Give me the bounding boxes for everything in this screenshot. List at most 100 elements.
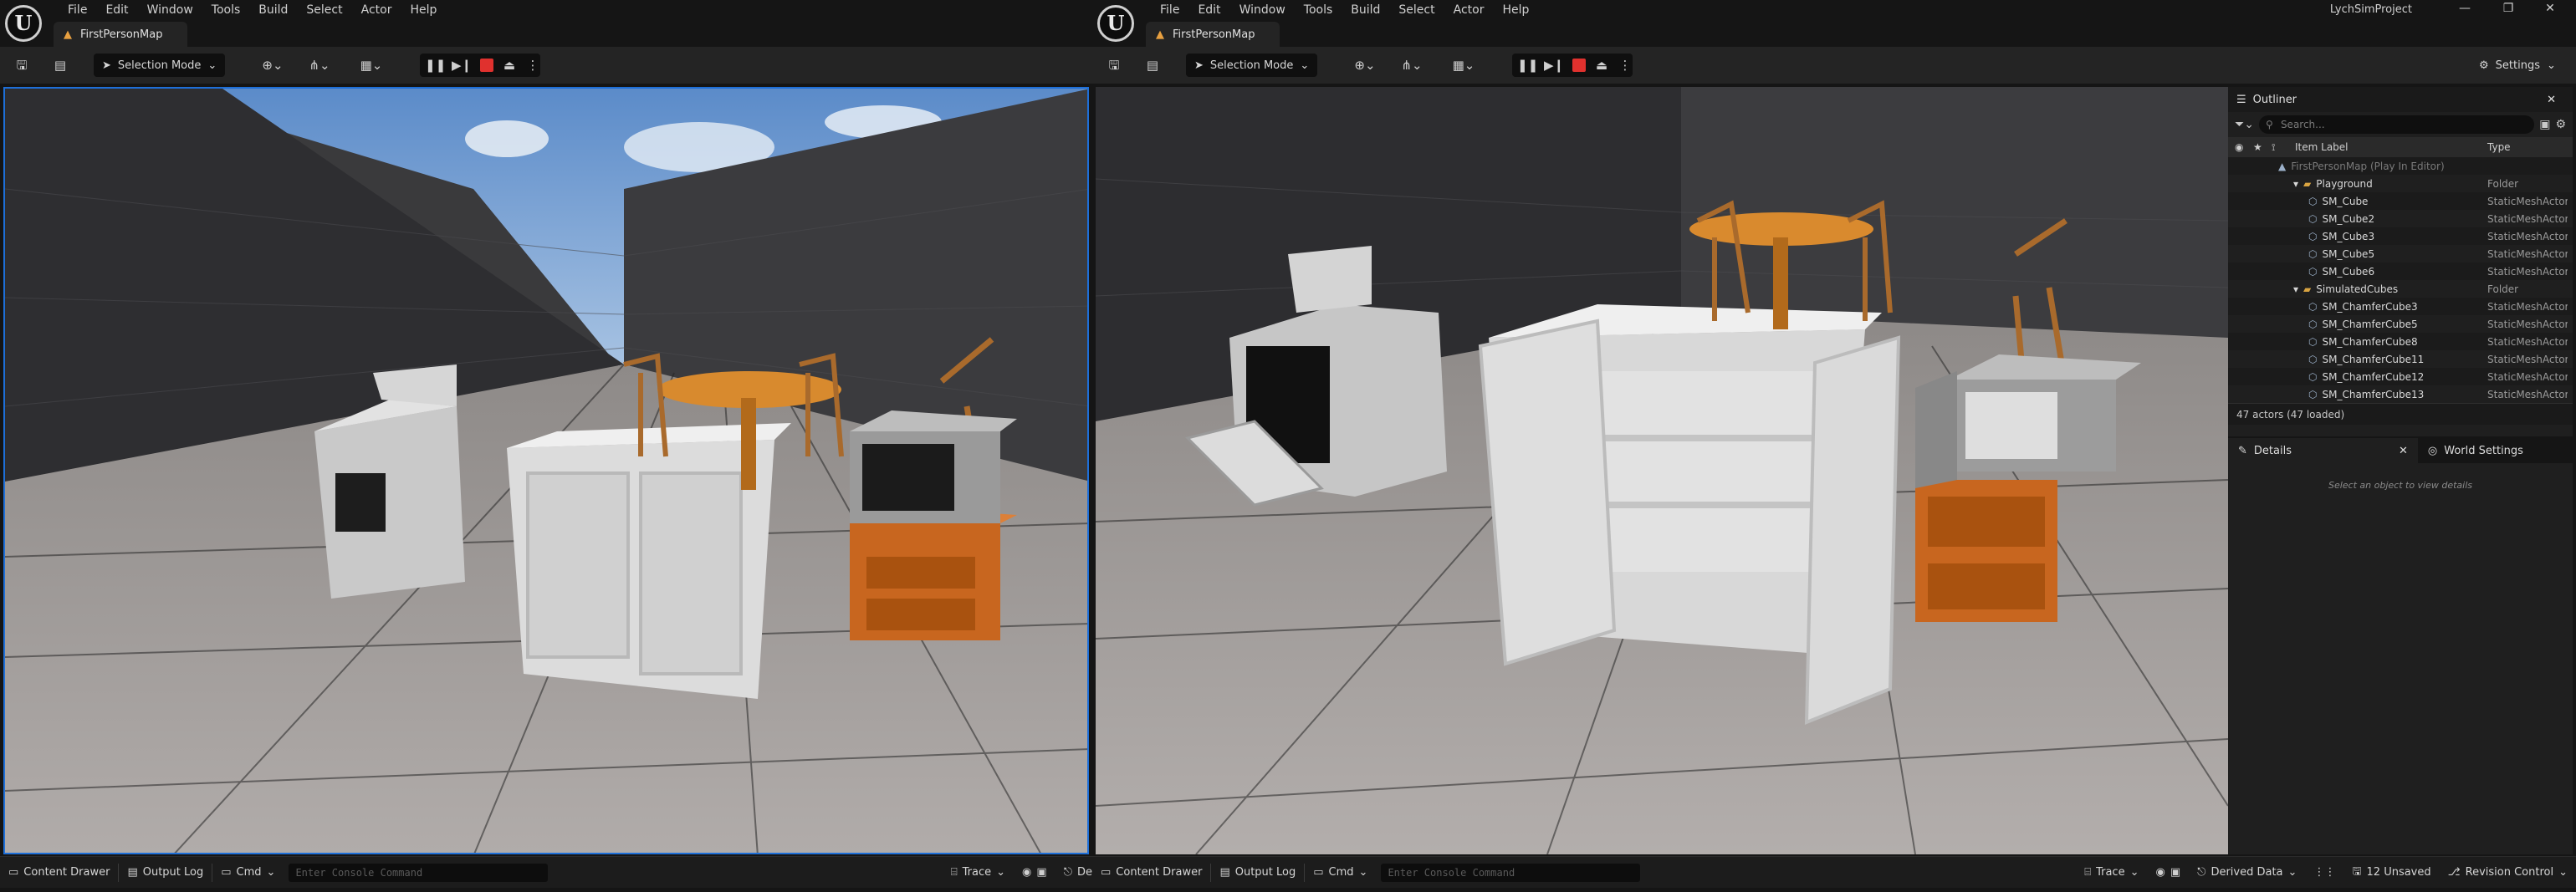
eject-icon[interactable]: ⏏ (1592, 55, 1611, 75)
add-folder-icon[interactable]: ▣ (2539, 118, 2550, 131)
lock-icon[interactable]: ⟟ (2272, 141, 2275, 154)
outliner-row[interactable]: ⬡ SM_ChamferCube12 StaticMeshActor (2228, 368, 2573, 385)
menu-window[interactable]: Window (138, 2, 202, 18)
cmd-dropdown[interactable]: ▭ Cmd ⌄ (1305, 857, 1376, 889)
viewport-left[interactable] (3, 87, 1089, 854)
unreal-logo-icon[interactable] (5, 5, 42, 42)
static-mesh-icon: ⬡ (2308, 300, 2318, 313)
add-actor-icon[interactable]: ⊕⌄ (254, 55, 291, 75)
gear-icon[interactable]: ⚙ (2555, 118, 2566, 131)
selection-mode-dropdown[interactable]: ➤ Selection Mode ⌄ (94, 54, 226, 77)
outliner-row[interactable]: ▲ FirstPersonMap (Play In Editor) (2228, 157, 2573, 175)
settings-button[interactable]: ⚙ Settings ⌄ (2471, 54, 2564, 77)
source-control-icons[interactable]: ◉ ▣ (2148, 857, 2190, 889)
outliner-row[interactable]: ⬡ SM_ChamferCube11 StaticMeshActor (2228, 350, 2573, 368)
tab-details[interactable]: ✎ Details ✕ (2228, 438, 2418, 463)
add-actor-icon[interactable]: ⊕⌄ (1347, 55, 1383, 75)
output-log-button[interactable]: ▤ Output Log (1211, 857, 1304, 889)
derived-data-truncated[interactable]: ⎋ De (1055, 857, 1092, 889)
cinematics-icon[interactable]: ▦⌄ (353, 55, 390, 75)
content-drawer-button[interactable]: ▭ Content Drawer (1092, 857, 1210, 889)
outliner-row[interactable]: ⬡ SM_ChamferCube3 StaticMeshActor (2228, 298, 2573, 315)
outliner-row[interactable]: ⬡ SM_Cube StaticMeshActor (2228, 192, 2573, 210)
source-control-icons[interactable]: ◉ ▣ (1014, 857, 1055, 889)
outliner-row[interactable]: ⬡ SM_Cube6 StaticMeshActor (2228, 263, 2573, 280)
menu-actor[interactable]: Actor (1444, 2, 1494, 18)
trace-dropdown[interactable]: ⌸ Trace ⌄ (943, 857, 1014, 889)
unsaved-button[interactable]: 🖫 12 Unsaved (2343, 857, 2439, 889)
outliner-row[interactable]: ⬡ SM_ChamferCube5 StaticMeshActor (2228, 315, 2573, 333)
unsaved-icon: 🖫 (2352, 864, 2362, 878)
column-item-label[interactable]: Item Label (2295, 141, 2349, 153)
content-browse-icon[interactable]: ▤ (1142, 55, 1163, 75)
outliner-row-label-wrap: ⬡ SM_ChamferCube13 (2308, 389, 2424, 400)
step-icon[interactable]: ▶❙ (452, 55, 472, 75)
pause-icon[interactable]: ❚❚ (1517, 55, 1538, 75)
output-log-button[interactable]: ▤ Output Log (119, 857, 212, 889)
blueprint-icon[interactable]: ⋔⌄ (301, 55, 338, 75)
menu-build[interactable]: Build (1342, 2, 1389, 18)
menu-window[interactable]: Window (1230, 2, 1295, 18)
menu-select[interactable]: Select (297, 2, 351, 18)
close-icon[interactable]: ✕ (2547, 94, 2556, 106)
trace-dropdown[interactable]: ⌸ Trace ⌄ (2076, 857, 2147, 889)
column-type[interactable]: Type (2487, 141, 2511, 153)
stop-button[interactable] (1572, 59, 1586, 72)
level-tab[interactable]: ▲ FirstPersonMap (1146, 22, 1280, 47)
tab-world-settings[interactable]: ◎ World Settings (2418, 438, 2533, 463)
content-drawer-button[interactable]: ▭ Content Drawer (0, 857, 118, 889)
filter-icon[interactable]: ⏷⌄ (2235, 118, 2254, 131)
visibility-icon[interactable]: ◉ (2235, 141, 2243, 153)
menu-file[interactable]: File (1151, 2, 1188, 18)
more-options-icon[interactable]: ⋮ (1616, 55, 1634, 75)
outliner-row[interactable]: ⬡ SM_Cube3 StaticMeshActor (2228, 227, 2573, 245)
level-tab[interactable]: ▲ FirstPersonMap (54, 22, 187, 47)
menu-tools[interactable]: Tools (1295, 2, 1342, 18)
close-icon[interactable]: ✕ (2399, 445, 2408, 457)
outliner-row[interactable]: ⬡ SM_Cube2 StaticMeshActor (2228, 210, 2573, 227)
save-icon[interactable]: 🖫 (12, 55, 32, 75)
pin-icon[interactable]: ★ (2253, 141, 2262, 153)
close-icon[interactable]: ✕ (2531, 2, 2569, 15)
expand-arrow-icon[interactable]: ▾ (2293, 283, 2298, 295)
save-icon[interactable]: 🖫 (1104, 55, 1124, 75)
viewport-right[interactable] (1096, 87, 2228, 854)
menu-tools[interactable]: Tools (202, 2, 250, 18)
menu-build[interactable]: Build (249, 2, 297, 18)
menu-edit[interactable]: Edit (1188, 2, 1229, 18)
stop-button[interactable] (480, 59, 493, 72)
main-menu: File Edit Window Tools Build Select Acto… (1151, 2, 1538, 18)
console-input[interactable]: Enter Console Command (1381, 863, 1641, 882)
derived-data-dropdown[interactable]: ⎋ Derived Data ⌄ (2189, 857, 2305, 889)
outliner-row[interactable]: ⬡ SM_ChamferCube8 StaticMeshActor (2228, 333, 2573, 350)
outliner-row[interactable]: ▾ ▰ SimulatedCubes Folder (2228, 280, 2573, 298)
menu-help[interactable]: Help (401, 2, 446, 18)
maximize-icon[interactable]: ❐ (2489, 2, 2527, 15)
pause-icon[interactable]: ❚❚ (425, 55, 446, 75)
cinematics-icon[interactable]: ▦⌄ (1445, 55, 1482, 75)
selection-mode-dropdown[interactable]: ➤ Selection Mode ⌄ (1186, 54, 1318, 77)
outliner-row[interactable]: ⬡ SM_Cube5 StaticMeshActor (2228, 245, 2573, 263)
menu-help[interactable]: Help (1493, 2, 1538, 18)
menu-actor[interactable]: Actor (352, 2, 401, 18)
console-input[interactable]: Enter Console Command (289, 863, 549, 882)
settings-small-icon[interactable]: ⋮⋮ (2305, 857, 2343, 889)
drawer-icon: ▭ (1101, 866, 1112, 879)
outliner-item-type: StaticMeshActor (2487, 212, 2568, 225)
menu-edit[interactable]: Edit (96, 2, 137, 18)
expand-arrow-icon[interactable]: ▾ (2293, 178, 2298, 190)
blueprint-icon[interactable]: ⋔⌄ (1393, 55, 1430, 75)
outliner-row[interactable]: ▾ ▰ Playground Folder (2228, 175, 2573, 192)
step-icon[interactable]: ▶❙ (1544, 55, 1564, 75)
menu-file[interactable]: File (59, 2, 96, 18)
menu-select[interactable]: Select (1389, 2, 1444, 18)
unreal-logo-icon[interactable] (1097, 5, 1134, 42)
more-options-icon[interactable]: ⋮ (524, 55, 542, 75)
outliner-search-input[interactable]: ⚲ Search... (2258, 115, 2535, 134)
content-browse-icon[interactable]: ▤ (50, 55, 70, 75)
eject-icon[interactable]: ⏏ (500, 55, 519, 75)
minimize-icon[interactable]: — (2446, 2, 2484, 15)
revision-control-button[interactable]: ⎇ Revision Control ⌄ (2440, 857, 2576, 889)
cmd-dropdown[interactable]: ▭ Cmd ⌄ (212, 857, 284, 889)
outliner-row[interactable]: ⬡ SM_ChamferCube13 StaticMeshActor (2228, 385, 2573, 403)
